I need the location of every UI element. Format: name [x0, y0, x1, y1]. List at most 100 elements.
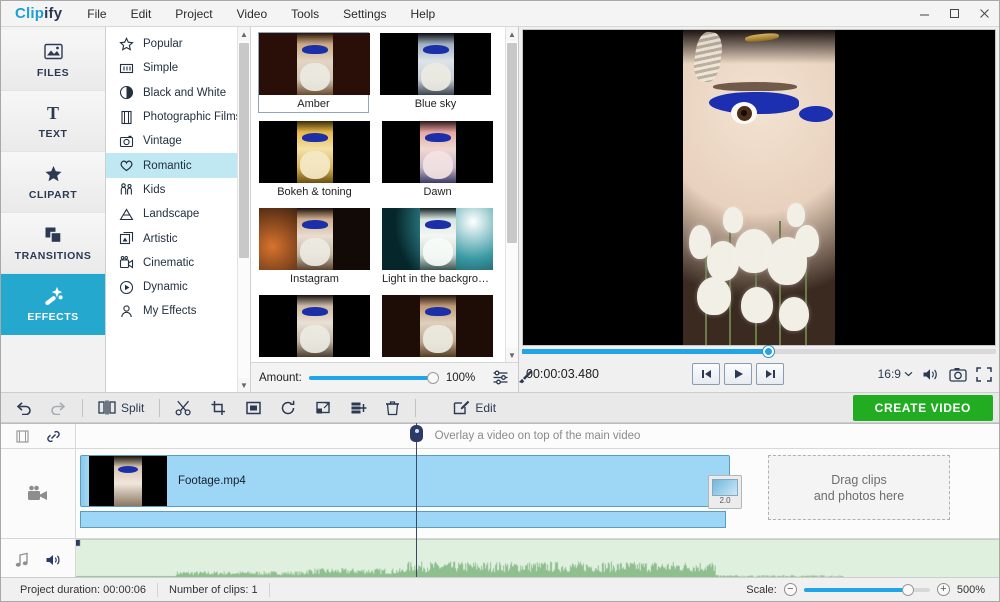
redo-button[interactable] [42, 396, 75, 420]
categories-scroll-thumb[interactable] [239, 43, 249, 258]
scale-slider[interactable] [803, 583, 930, 597]
timeline-clip[interactable]: Footage.mp4 [80, 455, 730, 507]
track-body-video[interactable]: Footage.mp4 2.0 Drag clips and photos he… [76, 449, 999, 538]
brush-icon[interactable] [516, 367, 533, 389]
menu-video[interactable]: Video [226, 3, 278, 25]
menu-edit[interactable]: Edit [120, 3, 163, 25]
sidebar-item-files[interactable]: FILES [1, 30, 105, 91]
effects-scroll-track[interactable] [506, 41, 518, 348]
divider [159, 398, 161, 417]
drop-zone[interactable]: Drag clips and photos here [768, 455, 950, 520]
effects-scroll-thumb[interactable] [507, 43, 517, 243]
menu-file[interactable]: File [76, 3, 117, 25]
playhead-ruler[interactable] [410, 423, 423, 445]
clip-name: Footage.mp4 [178, 475, 246, 487]
category-romantic[interactable]: Romantic [106, 153, 250, 178]
scroll-down-icon[interactable]: ▼ [506, 348, 518, 362]
scroll-up-icon[interactable]: ▲ [238, 27, 250, 41]
category-simple[interactable]: Simple [106, 56, 250, 80]
undo-button[interactable] [7, 396, 40, 420]
minimize-button[interactable] [909, 1, 939, 27]
crop-button[interactable] [202, 396, 235, 420]
category-my-effects[interactable]: My Effects [106, 299, 250, 323]
delete-button[interactable] [377, 396, 408, 420]
title-bar: Clipify File Edit Project Video Tools Se… [1, 1, 999, 27]
rotate-button[interactable] [272, 396, 305, 420]
cut-button[interactable] [167, 396, 200, 420]
effect-thumb-dawn[interactable]: Dawn [382, 121, 493, 200]
effect-thumb-row4-left[interactable] [259, 295, 370, 362]
effect-thumb-blue-sky[interactable]: Blue sky [380, 33, 491, 113]
edit-label: Edit [475, 400, 497, 415]
sidebar-item-clipart[interactable]: CLIPART [1, 152, 105, 213]
film-strip-icon [15, 429, 29, 443]
play-icon[interactable] [724, 363, 753, 385]
track-header-video [1, 449, 76, 538]
close-button[interactable] [969, 1, 999, 27]
category-landscape[interactable]: Landscape [106, 202, 250, 226]
plus-circle-icon[interactable]: + [936, 583, 950, 596]
aspect-ratio-selector[interactable]: 16:9 [878, 367, 913, 381]
amount-slider[interactable] [308, 371, 439, 385]
clip-thumbnail [89, 456, 167, 506]
playhead-handle[interactable] [410, 425, 423, 442]
categories-scrollbar[interactable]: ▲ ▼ [237, 27, 250, 392]
create-video-button[interactable]: CREATE VIDEO [852, 394, 993, 421]
transition-badge[interactable]: 2.0 [708, 475, 742, 509]
track-body-overlay[interactable]: Overlay a video on top of the main video [76, 424, 999, 448]
split-button[interactable]: Split [90, 396, 152, 420]
volume-icon[interactable] [922, 367, 940, 382]
category-popular[interactable]: Popular [106, 32, 250, 56]
scroll-down-icon[interactable]: ▼ [238, 378, 250, 392]
category-cinematic[interactable]: Cinematic [106, 251, 250, 275]
menu-tools[interactable]: Tools [280, 3, 330, 25]
scroll-up-icon[interactable]: ▲ [506, 27, 518, 41]
sidebar-item-effects[interactable]: EFFECTS [1, 274, 105, 335]
category-artistic[interactable]: Artistic [106, 226, 250, 250]
amount-slider-knob[interactable] [426, 371, 439, 384]
seek-knob[interactable] [763, 345, 775, 357]
minus-circle-icon[interactable]: − [783, 583, 797, 596]
music-note-icon [15, 552, 30, 568]
maximize-button[interactable] [939, 1, 969, 27]
category-photographic-films[interactable]: Photographic Films [106, 105, 250, 129]
camera-snapshot-icon[interactable] [949, 367, 967, 382]
category-dynamic[interactable]: Dynamic [106, 275, 250, 299]
category-vintage[interactable]: Vintage [106, 129, 250, 153]
speaker-icon[interactable] [45, 553, 62, 567]
menu-help[interactable]: Help [400, 3, 447, 25]
speed-button[interactable] [342, 396, 375, 420]
effects-scrollbar[interactable]: ▲ ▼ [505, 27, 518, 362]
scale-knob[interactable] [901, 583, 914, 596]
audio-waveform[interactable] [76, 539, 999, 577]
prev-frame-icon[interactable] [692, 363, 721, 385]
next-frame-icon[interactable] [756, 363, 785, 385]
category-kids[interactable]: Kids [106, 178, 250, 202]
clip-grip[interactable] [81, 456, 88, 506]
effect-preview [259, 33, 370, 95]
playback-buttons [692, 363, 785, 385]
menu-settings[interactable]: Settings [332, 3, 397, 25]
playhead[interactable] [416, 424, 417, 577]
fullscreen-icon[interactable] [976, 366, 992, 382]
sidebar-item-text[interactable]: T TEXT [1, 91, 105, 152]
video-preview[interactable] [522, 29, 996, 346]
status-bar: Project duration: 00:00:06 Number of cli… [1, 577, 999, 601]
menu-project[interactable]: Project [164, 3, 223, 25]
sidebar-item-transitions[interactable]: TRANSITIONS [1, 213, 105, 274]
stabilize-button[interactable] [237, 396, 270, 420]
sliders-icon[interactable] [492, 367, 509, 389]
effect-thumb-row4-right[interactable] [382, 295, 493, 362]
categories-scroll-track[interactable] [238, 41, 250, 378]
clip-audio-bar[interactable] [80, 511, 726, 528]
category-black-and-white[interactable]: Black and White [106, 81, 250, 105]
resize-button[interactable] [307, 396, 340, 420]
effect-thumb-bokeh-toning[interactable]: Bokeh & toning [259, 121, 370, 200]
track-body-music[interactable] [76, 539, 999, 577]
effect-thumb-amber[interactable]: Amber [258, 32, 370, 113]
effect-thumb-light-in-the-background[interactable]: Light in the background [382, 208, 493, 287]
preview-seekbar[interactable] [522, 345, 996, 357]
effect-thumb-instagram[interactable]: Instagram [259, 208, 370, 287]
link-icon[interactable] [46, 429, 61, 444]
edit-button[interactable]: Edit [445, 396, 504, 420]
